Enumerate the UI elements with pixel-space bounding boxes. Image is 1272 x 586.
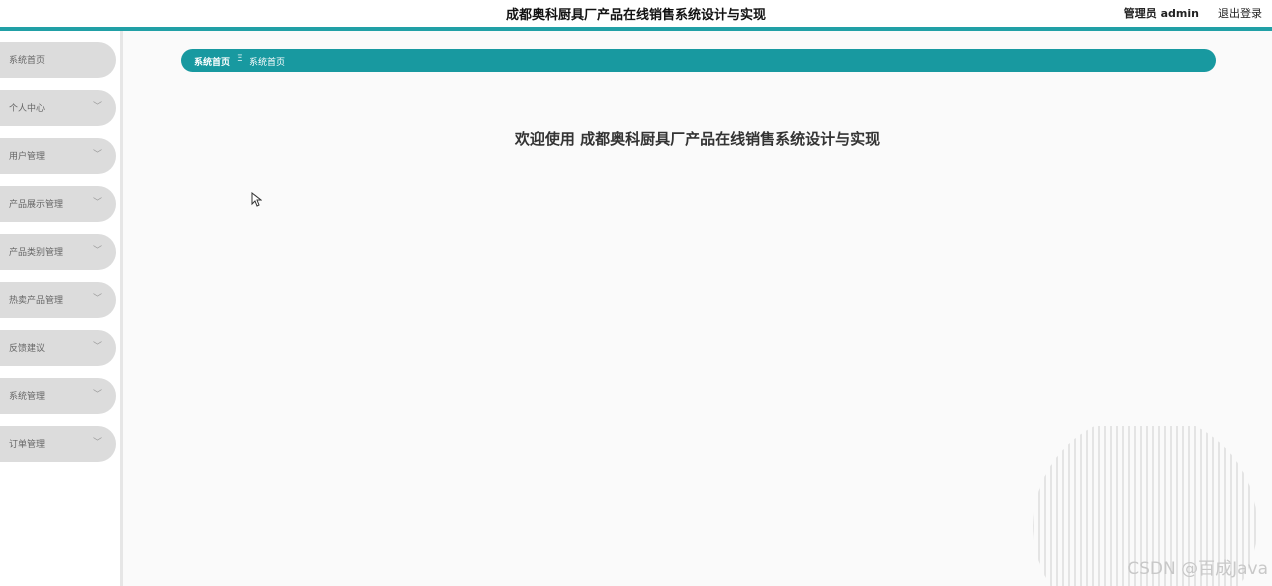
logout-link[interactable]: 退出登录 (1218, 5, 1262, 21)
sidebar-item-label: 产品类别管理 (9, 248, 64, 258)
sidebar-item-user-management[interactable]: 用户管理 ﹀ (0, 138, 116, 174)
sidebar-item-system-management[interactable]: 系统管理 ﹀ (0, 378, 116, 414)
sidebar-item-product-display[interactable]: 产品展示管理 ﹀ (0, 186, 116, 222)
sidebar-item-hot-products[interactable]: 热卖产品管理 ﹀ (0, 282, 116, 318)
sidebar-item-label: 热卖产品管理 (9, 296, 64, 306)
watermark-text: CSDN @百成Java (1127, 559, 1268, 579)
sidebar-item-feedback[interactable]: 反馈建议 ﹀ (0, 330, 116, 366)
breadcrumb-current: 系统首页 (249, 58, 286, 68)
welcome-heading: 欢迎使用 成都奥科厨具厂产品在线销售系统设计与实现 (514, 130, 881, 148)
chevron-down-icon: ﹀ (92, 198, 102, 208)
sidebar: 系统首页 个人中心 ﹀ 用户管理 ﹀ 产品展示管理 ﹀ 产品类别管理 ﹀ 热卖产… (0, 31, 123, 586)
chevron-down-icon: ﹀ (92, 294, 102, 304)
mouse-cursor-icon (251, 192, 262, 207)
sidebar-item-label: 订单管理 (9, 440, 46, 450)
breadcrumb: 系统首页 Ξ 系统首页 (181, 49, 1216, 72)
app-title: 成都奥科厨具厂产品在线销售系统设计与实现 (505, 8, 766, 23)
chevron-down-icon: ﹀ (92, 102, 102, 112)
sidebar-item-label: 个人中心 (9, 104, 46, 114)
sidebar-item-product-category[interactable]: 产品类别管理 ﹀ (0, 234, 116, 270)
chevron-down-icon: ﹀ (92, 438, 102, 448)
sidebar-item-order-management[interactable]: 订单管理 ﹀ (0, 426, 116, 462)
chevron-down-icon: ﹀ (92, 246, 102, 256)
sidebar-item-personal-center[interactable]: 个人中心 ﹀ (0, 90, 116, 126)
sidebar-item-label: 系统管理 (9, 392, 46, 402)
sidebar-item-label: 用户管理 (9, 152, 46, 162)
current-user: 管理员 admin (1123, 7, 1199, 20)
chevron-down-icon: ﹀ (92, 150, 102, 160)
sidebar-item-label: 系统首页 (9, 56, 46, 66)
chevron-down-icon: ﹀ (92, 390, 102, 400)
sidebar-item-label: 反馈建议 (9, 344, 46, 354)
sidebar-item-label: 产品展示管理 (9, 200, 64, 210)
sidebar-item-home[interactable]: 系统首页 (0, 42, 116, 78)
chevron-down-icon: ﹀ (92, 342, 102, 352)
top-bar: 成都奥科厨具厂产品在线销售系统设计与实现 管理员 admin 退出登录 (0, 0, 1272, 31)
breadcrumb-home-link[interactable]: 系统首页 (194, 55, 230, 68)
breadcrumb-separator-icon: Ξ (237, 54, 243, 64)
